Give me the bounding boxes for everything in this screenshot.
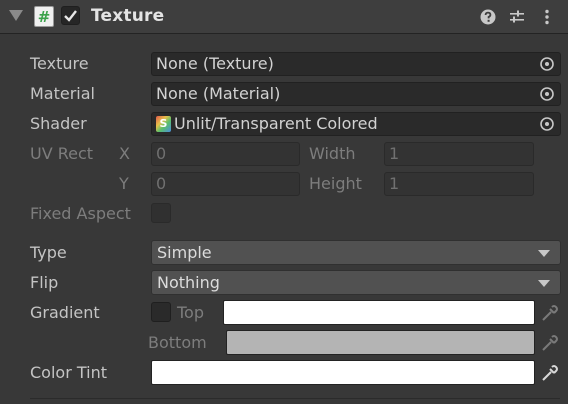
- uv-width-label: Width: [309, 144, 356, 163]
- separator: [30, 398, 560, 399]
- gradient-top-color-field[interactable]: [223, 300, 535, 325]
- type-value: Simple: [157, 243, 212, 262]
- type-label: Type: [30, 243, 67, 262]
- color-tint-field[interactable]: [151, 360, 535, 385]
- flip-dropdown[interactable]: Nothing: [151, 270, 561, 295]
- material-value: None (Material): [156, 84, 281, 103]
- component-title: Texture: [91, 6, 165, 26]
- texture-label: Texture: [30, 54, 89, 73]
- uv-height-field[interactable]: 1: [384, 172, 534, 196]
- eyedropper-icon[interactable]: [539, 302, 561, 324]
- uv-height-value: 1: [389, 174, 400, 193]
- checkmark-icon: [64, 10, 77, 22]
- uv-y-field[interactable]: 0: [151, 172, 300, 196]
- gradient-bottom-color-field[interactable]: [226, 330, 535, 355]
- texture-value: None (Texture): [156, 54, 274, 73]
- object-picker-icon[interactable]: [536, 83, 558, 105]
- eyedropper-icon[interactable]: [539, 362, 561, 384]
- color-tint-label: Color Tint: [30, 363, 107, 382]
- shader-field[interactable]: Unlit/Transparent Colored: [151, 112, 561, 136]
- uv-width-value: 1: [389, 144, 400, 163]
- help-icon[interactable]: [479, 8, 497, 26]
- flip-value: Nothing: [157, 273, 220, 292]
- uv-rect-label: UV Rect: [30, 144, 94, 163]
- eyedropper-icon[interactable]: [539, 332, 561, 354]
- chevron-down-icon: [538, 280, 550, 287]
- object-picker-icon[interactable]: [536, 53, 558, 75]
- uv-y-label: Y: [119, 174, 129, 193]
- gradient-top-label: Top: [177, 303, 204, 322]
- texture-field[interactable]: None (Texture): [151, 52, 561, 76]
- uv-x-value: 0: [156, 144, 167, 163]
- component-header[interactable]: # Texture: [0, 0, 568, 34]
- presets-icon[interactable]: [508, 8, 526, 26]
- uv-y-value: 0: [156, 174, 167, 193]
- chevron-down-icon: [538, 250, 550, 257]
- uv-height-label: Height: [309, 174, 362, 193]
- material-field[interactable]: None (Material): [151, 82, 561, 106]
- flip-label: Flip: [30, 273, 59, 292]
- shader-label: Shader: [30, 114, 87, 133]
- foldout-arrow-icon[interactable]: [9, 10, 23, 21]
- gradient-bottom-label: Bottom: [148, 333, 207, 352]
- fixed-aspect-label: Fixed Aspect: [30, 204, 131, 223]
- type-dropdown[interactable]: Simple: [151, 240, 561, 265]
- script-icon: #: [34, 6, 54, 27]
- uv-x-label: X: [119, 144, 130, 163]
- more-icon[interactable]: [538, 8, 556, 26]
- shader-icon: S: [156, 116, 171, 132]
- fixed-aspect-checkbox[interactable]: [151, 203, 171, 223]
- uv-x-field[interactable]: 0: [151, 142, 300, 166]
- uv-width-field[interactable]: 1: [384, 142, 534, 166]
- component-enabled-checkbox[interactable]: [61, 6, 80, 25]
- shader-value: Unlit/Transparent Colored: [174, 114, 378, 133]
- material-label: Material: [30, 84, 95, 103]
- gradient-label: Gradient: [30, 303, 100, 322]
- object-picker-icon[interactable]: [536, 113, 558, 135]
- gradient-checkbox[interactable]: [151, 302, 171, 322]
